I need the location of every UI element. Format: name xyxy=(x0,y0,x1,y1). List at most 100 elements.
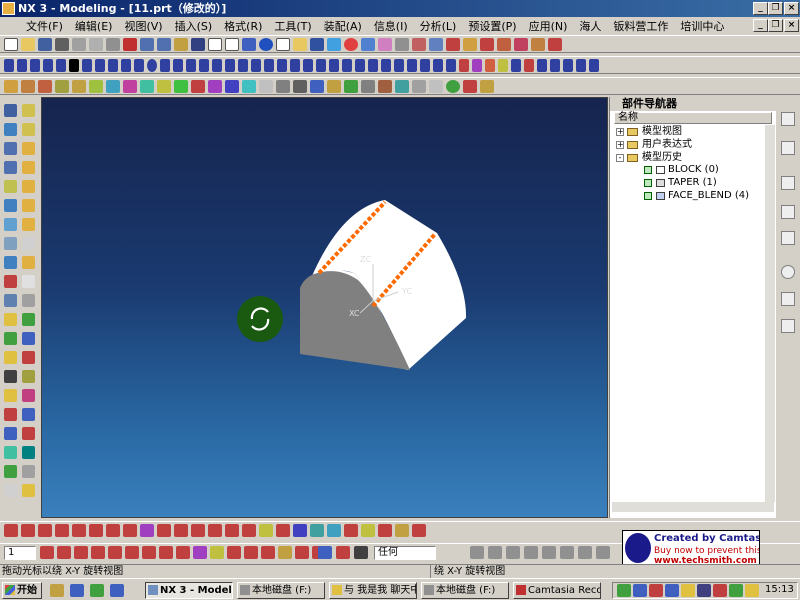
promote-icon[interactable] xyxy=(22,332,35,345)
helix-icon[interactable] xyxy=(199,59,209,72)
print-icon[interactable] xyxy=(55,38,69,51)
offset-icon[interactable] xyxy=(589,59,599,72)
nsided-icon[interactable] xyxy=(4,446,17,459)
select-icon[interactable] xyxy=(174,38,188,51)
edit-feature-icon[interactable] xyxy=(378,80,392,93)
play-icon[interactable] xyxy=(446,80,460,93)
clearance-icon[interactable] xyxy=(378,524,392,537)
swept-surface-icon[interactable] xyxy=(22,408,35,421)
column-header-name[interactable]: 名称 xyxy=(614,112,772,124)
bridge-surface-icon[interactable] xyxy=(22,427,35,440)
match-edge-icon[interactable] xyxy=(55,524,69,537)
intersect-body-icon[interactable] xyxy=(293,80,307,93)
circle-icon[interactable] xyxy=(147,59,157,72)
pt-icon-7[interactable] xyxy=(578,546,592,559)
select-color-icon[interactable] xyxy=(354,546,368,559)
expand-model-views[interactable]: + xyxy=(616,128,624,136)
law-extension-icon[interactable] xyxy=(22,446,35,459)
move-pole-icon[interactable] xyxy=(21,524,35,537)
save-icon[interactable] xyxy=(38,38,52,51)
section-analysis-icon[interactable] xyxy=(259,524,273,537)
type-filter-dropdown[interactable]: 任何 xyxy=(374,546,436,560)
pan-icon[interactable] xyxy=(276,38,290,51)
mate-icon[interactable] xyxy=(497,38,511,51)
arc-tool-icon[interactable] xyxy=(108,59,118,72)
snap-tangent-icon[interactable] xyxy=(244,546,258,559)
fillet-icon[interactable] xyxy=(381,59,391,72)
tray-icon-2[interactable] xyxy=(633,584,647,597)
trim-icon[interactable] xyxy=(316,59,326,72)
navigator-horizontal-scrollbar[interactable] xyxy=(612,502,774,512)
snap-center-icon[interactable] xyxy=(108,546,122,559)
doc-close-button[interactable]: × xyxy=(784,19,799,32)
cross-icon[interactable] xyxy=(550,59,560,72)
assembly-icon[interactable] xyxy=(463,38,477,51)
task-chat[interactable]: 与 我是我 聊天中 xyxy=(329,582,417,599)
scale-icon[interactable] xyxy=(361,80,375,93)
clock[interactable]: 15:13 xyxy=(765,584,794,595)
unite-icon[interactable] xyxy=(259,80,273,93)
point-icon[interactable] xyxy=(82,59,92,72)
smooth-icon[interactable] xyxy=(420,59,430,72)
draft-analysis-icon[interactable] xyxy=(242,524,256,537)
tray-icon-8[interactable] xyxy=(729,584,743,597)
menu-info[interactable]: 信息(I) xyxy=(368,18,414,34)
extrude-tool-icon[interactable] xyxy=(4,142,17,155)
snap-on-curve-icon[interactable] xyxy=(159,546,173,559)
slot-tool-icon[interactable] xyxy=(4,218,17,231)
bridge-icon[interactable] xyxy=(225,59,235,72)
tray-icon-9[interactable] xyxy=(745,584,759,597)
groove-icon[interactable] xyxy=(140,80,154,93)
tray-icon-1[interactable] xyxy=(617,584,631,597)
project-icon[interactable] xyxy=(238,59,248,72)
subtract-icon[interactable] xyxy=(276,80,290,93)
tree-user-expressions[interactable]: + 用户表达式 xyxy=(610,139,760,151)
snap-angle-icon[interactable] xyxy=(227,546,241,559)
tree-feature-block[interactable]: BLOCK (0) 1 xyxy=(610,164,775,176)
sweep-tool-icon[interactable] xyxy=(4,161,17,174)
curve-icon[interactable] xyxy=(43,59,53,72)
task-explorer-2[interactable]: 本地磁盘 (F:) xyxy=(421,582,509,599)
navigator-vertical-scrollbar[interactable] xyxy=(765,125,775,502)
cone-icon[interactable] xyxy=(4,123,17,136)
snap-on-face-icon[interactable] xyxy=(176,546,190,559)
shell-icon[interactable] xyxy=(191,80,205,93)
boss-icon[interactable] xyxy=(72,80,86,93)
snap-point-icon[interactable] xyxy=(210,546,224,559)
feature-param-icon[interactable] xyxy=(395,80,409,93)
assembly-nav-tab-icon[interactable] xyxy=(781,141,795,155)
split-body-icon[interactable] xyxy=(327,80,341,93)
snap-icon[interactable] xyxy=(511,59,521,72)
change-stiffness-icon[interactable] xyxy=(89,524,103,537)
help-tab-icon[interactable] xyxy=(781,231,795,245)
curve-param-icon[interactable] xyxy=(433,59,443,72)
paste-icon[interactable] xyxy=(106,38,120,51)
replay-icon[interactable] xyxy=(480,80,494,93)
task-explorer-1[interactable]: 本地磁盘 (F:) xyxy=(237,582,325,599)
join-icon[interactable] xyxy=(290,59,300,72)
pad-icon[interactable] xyxy=(106,80,120,93)
extrude-icon[interactable] xyxy=(4,80,18,93)
menu-insert[interactable]: 插入(S) xyxy=(169,18,219,34)
move-point-icon[interactable] xyxy=(38,524,52,537)
taper-tool-icon[interactable] xyxy=(4,294,17,307)
menu-training[interactable]: 培训中心 xyxy=(674,18,730,34)
through-curves-icon[interactable] xyxy=(22,389,35,402)
menu-file[interactable]: 文件(F) xyxy=(20,18,69,34)
model-canvas[interactable] xyxy=(42,98,608,518)
ellipse-icon[interactable] xyxy=(160,59,170,72)
spline-icon[interactable] xyxy=(30,59,40,72)
snap-quadrant-icon[interactable] xyxy=(125,546,139,559)
sweep-icon[interactable] xyxy=(38,80,52,93)
enlarge-icon[interactable] xyxy=(4,484,17,497)
select-type-icon[interactable] xyxy=(336,546,350,559)
open-file-icon[interactable] xyxy=(21,38,35,51)
graphics-viewport[interactable]: ZC YC XC xyxy=(41,97,608,518)
chamfer-tool-icon[interactable] xyxy=(4,275,17,288)
taper-icon[interactable] xyxy=(208,80,222,93)
feature-checkbox[interactable] xyxy=(644,179,652,187)
parabola-icon[interactable] xyxy=(173,59,183,72)
save-view-icon[interactable] xyxy=(293,38,307,51)
block-icon[interactable] xyxy=(4,104,17,117)
silhouette-icon[interactable] xyxy=(22,484,35,497)
